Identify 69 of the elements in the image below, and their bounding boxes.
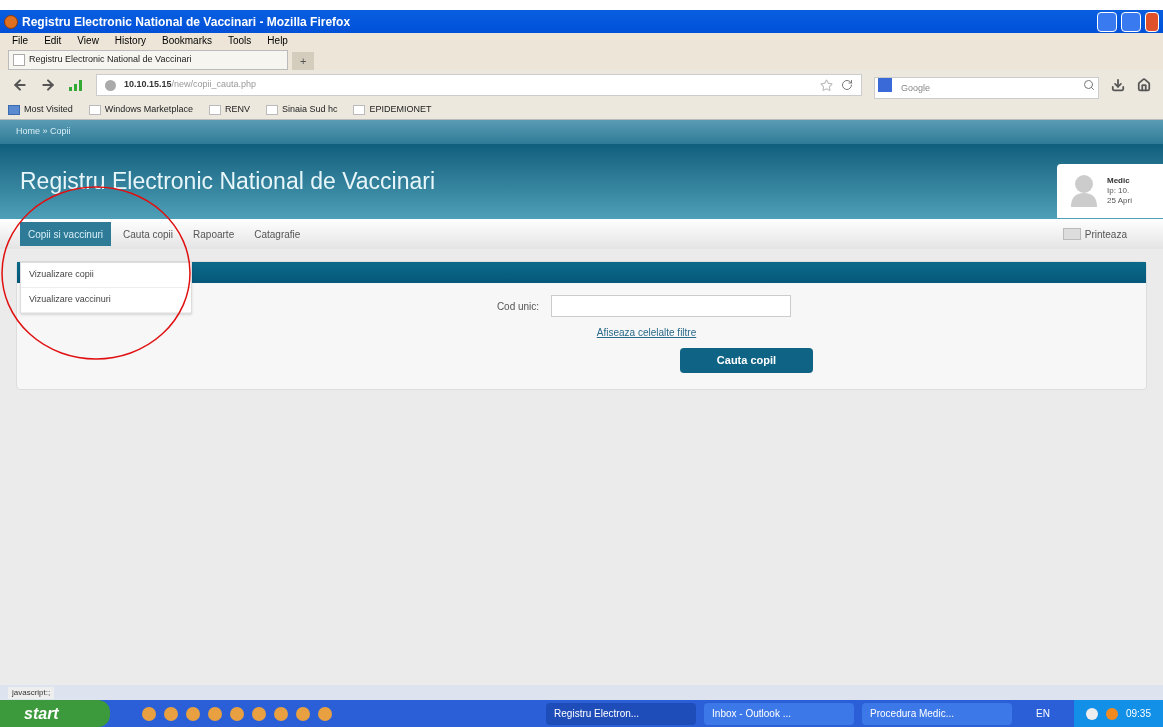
user-name: Medic: [1107, 176, 1131, 186]
quick-launch-icon[interactable]: [164, 706, 178, 721]
user-ip: Ip: 10.: [1107, 186, 1131, 196]
folder-icon: [353, 104, 366, 115]
start-button[interactable]: start: [0, 700, 110, 727]
signal-icon: [68, 79, 84, 91]
filters-link[interactable]: Afiseaza celelalte filtre: [596, 325, 697, 340]
quick-launch-icon[interactable]: [142, 706, 156, 721]
cod-unic-field[interactable]: [551, 295, 792, 317]
nav-tab[interactable]: Catagrafie: [246, 222, 309, 246]
back-icon[interactable]: [12, 77, 28, 93]
close-button[interactable]: [1145, 11, 1159, 32]
quick-launch-icon[interactable]: [274, 706, 288, 721]
star-icon[interactable]: [820, 78, 833, 92]
taskbar-button[interactable]: Registru Electron...: [546, 702, 697, 725]
print-link[interactable]: Printeaza: [1084, 226, 1127, 242]
bookmark-link[interactable]: Most Visited: [24, 102, 73, 117]
taskbar-button[interactable]: Inbox - Outlook ...: [704, 702, 855, 725]
quick-launch-icon[interactable]: [252, 706, 266, 721]
user-silhouette-icon: [1069, 173, 1099, 209]
minimize-button[interactable]: [1097, 11, 1117, 32]
status-text: javascript:;: [8, 686, 55, 699]
site-title: Registru Electronic National de Vaccinari: [20, 167, 436, 197]
folder-icon: [208, 104, 221, 115]
window-title: Registru Electronic National de Vaccinari - Mozilla Firefox: [22, 13, 351, 31]
browser-tab[interactable]: Registru Electronic National de Vaccinari: [8, 50, 288, 70]
url-text: 10.10.15.15/new/copii_cauta.php: [124, 78, 257, 92]
nav-tab[interactable]: Cauta copii: [115, 222, 182, 246]
quick-launch-icon[interactable]: [230, 706, 244, 721]
menu-item[interactable]: View: [77, 33, 99, 48]
field-label: Cod unic:: [496, 299, 540, 314]
clock: 09:35: [1125, 707, 1151, 721]
language-indicator: EN: [1035, 707, 1051, 721]
page-icon: [13, 54, 25, 66]
menu-item[interactable]: Bookmarks: [162, 33, 212, 48]
search-field[interactable]: Google: [874, 77, 1099, 99]
quick-launch-icon[interactable]: [318, 706, 332, 721]
bookmark-link[interactable]: Windows Marketplace: [104, 102, 193, 117]
search-button[interactable]: Cauta copil: [680, 348, 813, 373]
menu-item[interactable]: History: [114, 33, 146, 48]
tray-icon: [1085, 707, 1098, 720]
menu-item[interactable]: Edit: [44, 33, 62, 48]
address-field[interactable]: 10.10.15.15/new/copii_cauta.php: [96, 74, 862, 96]
bookmark-link[interactable]: RENV: [224, 102, 250, 117]
nav-tab[interactable]: Copii si vaccinuri: [20, 222, 112, 246]
tray-icon: [1105, 707, 1118, 720]
home-icon[interactable]: [1137, 78, 1151, 92]
reload-icon[interactable]: [841, 79, 853, 91]
menu-item[interactable]: Tools: [228, 33, 252, 48]
search-engine-icon: [878, 78, 892, 92]
bookmark-link[interactable]: Sinaia Sud hc: [281, 102, 338, 117]
quick-launch-icon[interactable]: [296, 706, 310, 721]
folder-icon: [265, 104, 278, 115]
dropdown-item[interactable]: Vizualizare copii: [21, 263, 191, 288]
forward-icon[interactable]: [40, 77, 56, 93]
dropdown-item[interactable]: Vizualizare vaccinuri: [21, 288, 191, 313]
menu-item[interactable]: Help: [267, 33, 288, 48]
restore-button[interactable]: [1121, 11, 1141, 32]
bookmark-link[interactable]: EPIDEMIONET: [369, 102, 432, 117]
taskbar-button[interactable]: Procedura Medic...: [862, 702, 1013, 725]
menu-item[interactable]: File: [12, 33, 29, 48]
quick-launch-icon[interactable]: [186, 706, 200, 721]
download-icon[interactable]: [1111, 78, 1125, 92]
folder-icon: [88, 104, 101, 115]
search-icon[interactable]: [1083, 79, 1095, 91]
quick-launch-icon[interactable]: [208, 706, 222, 721]
new-tab-button[interactable]: +: [292, 52, 315, 70]
user-date: 25 Apri: [1107, 196, 1132, 206]
nav-tab[interactable]: Rapoarte: [185, 222, 243, 246]
